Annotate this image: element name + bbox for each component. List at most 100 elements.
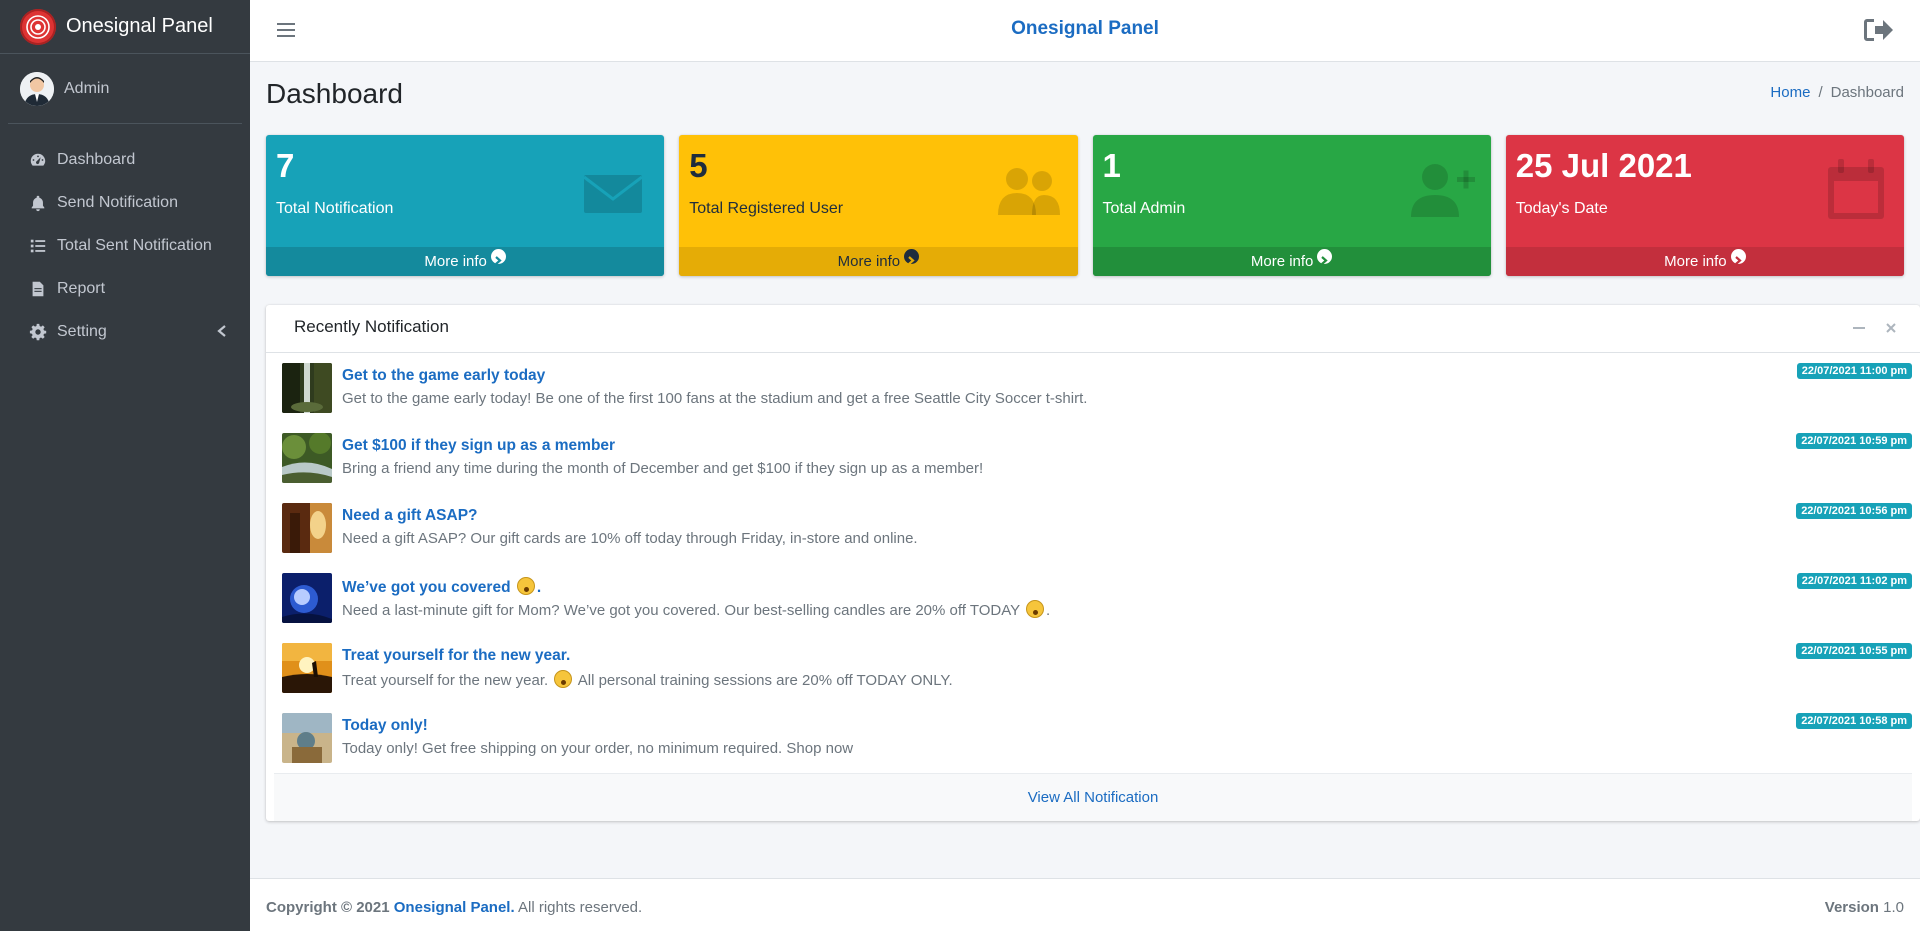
- more-info-link[interactable]: More info: [1092, 247, 1491, 276]
- notification-description: Bring a friend any time during the month…: [342, 460, 984, 477]
- footer-brand-link[interactable]: Onesignal Panel.: [394, 899, 515, 916]
- sidebar-item-total-sent-notification[interactable]: Total Sent Notification: [0, 224, 250, 267]
- sidebar-item-label: Report: [57, 279, 106, 297]
- arrow-circle-right-icon: [1730, 249, 1746, 265]
- users-icon: [997, 168, 1060, 215]
- sidebar-item-label: Total Sent Notification: [57, 236, 212, 254]
- notification-title[interactable]: Get $100 if they sign up as a member: [342, 437, 615, 455]
- more-info-link[interactable]: More info: [266, 247, 665, 276]
- notification-title[interactable]: Get to the game early today: [342, 367, 545, 385]
- stat-value: 7: [276, 147, 295, 184]
- notification-description-text: Need a last-minute gift for Mom? We’ve g…: [342, 602, 1020, 619]
- more-info-link[interactable]: More info: [679, 247, 1078, 276]
- envelope-icon: [583, 175, 644, 213]
- version-label: Version: [1824, 899, 1879, 916]
- sidebar: Onesignal Panel Admin Dashboard Send Not…: [0, 0, 250, 931]
- notification-date-badge: 22/07/2021 10:59 pm: [1796, 433, 1912, 449]
- avatar: [20, 71, 54, 106]
- astonished-face-emoji-icon: [1026, 600, 1045, 618]
- arrow-circle-right-icon: [904, 249, 920, 265]
- calendar-icon: [1828, 159, 1884, 219]
- brand-link[interactable]: Onesignal Panel: [0, 0, 250, 54]
- notification-date-badge: 22/07/2021 11:00 pm: [1796, 363, 1912, 379]
- notification-description: Need a gift ASAP? Our gift cards are 10%…: [342, 530, 918, 547]
- sidebar-item-setting[interactable]: Setting: [0, 310, 250, 353]
- user-name[interactable]: Admin: [64, 80, 109, 98]
- stat-label: Total Admin: [1102, 200, 1186, 217]
- arrow-circle-right-icon: [1317, 249, 1333, 265]
- breadcrumb-separator: /: [1818, 84, 1823, 101]
- recent-notification-card: Recently Notification Get to the game ea…: [266, 305, 1920, 821]
- notification-title[interactable]: Today only!: [342, 717, 428, 735]
- notification-image: [282, 713, 332, 763]
- list-icon: [28, 236, 48, 256]
- list-item: Get $100 if they sign up as a member Bri…: [274, 423, 1912, 493]
- notification-image: [282, 643, 332, 693]
- sidebar-item-send-notification[interactable]: Send Notification: [0, 181, 250, 224]
- stat-label: Today's Date: [1515, 200, 1608, 217]
- notification-title[interactable]: Treat yourself for the new year.: [342, 647, 570, 665]
- notification-title-suffix: .: [536, 579, 542, 596]
- notification-list: Get to the game early today Get to the g…: [266, 353, 1920, 773]
- sidebar-item-dashboard[interactable]: Dashboard: [0, 138, 250, 181]
- grimacing-face-emoji-icon: [554, 670, 573, 688]
- notification-image: [282, 363, 332, 413]
- breadcrumb-current: Dashboard: [1830, 84, 1904, 101]
- user-panel[interactable]: Admin: [8, 54, 242, 124]
- notification-description: Treat yourself for the new year. All per…: [342, 670, 953, 689]
- copyright-prefix: Copyright © 2021: [266, 899, 390, 916]
- bell-icon: [28, 193, 48, 213]
- stat-value: 25 Jul 2021: [1515, 147, 1692, 184]
- stat-box-total-registered-user: 5 Total Registered User More info: [679, 135, 1078, 276]
- notification-title[interactable]: Need a gift ASAP?: [342, 507, 478, 525]
- notification-description-suffix: .: [1046, 602, 1051, 619]
- close-icon[interactable]: [1884, 321, 1898, 335]
- sidebar-item-label: Send Notification: [57, 193, 178, 211]
- brand-name: Onesignal Panel: [66, 15, 213, 37]
- chevron-left-icon: [217, 325, 226, 337]
- notification-title-text: We’ve got you covered: [342, 579, 511, 596]
- breadcrumb-home-link[interactable]: Home: [1770, 84, 1810, 101]
- stat-label: Total Notification: [276, 200, 394, 217]
- copyright: Copyright © 2021 Onesignal Panel. All ri…: [266, 899, 642, 916]
- sidebar-item-label: Setting: [57, 322, 107, 340]
- main-footer: Copyright © 2021 Onesignal Panel. All ri…: [250, 878, 1920, 931]
- card-title: Recently Notification: [294, 317, 449, 336]
- copyright-rights: All rights reserved.: [517, 899, 643, 916]
- notification-title[interactable]: We’ve got you covered .: [342, 577, 541, 597]
- top-navbar: Onesignal Panel: [250, 0, 1920, 62]
- card-header: Recently Notification: [266, 305, 1920, 353]
- more-info-label: More info: [837, 253, 901, 270]
- tachometer-icon: [28, 150, 48, 170]
- more-info-label: More info: [1250, 253, 1314, 270]
- user-plus-icon: [1410, 164, 1475, 217]
- view-all-notification-link[interactable]: View All Notification: [1028, 789, 1159, 806]
- more-info-label: More info: [424, 253, 487, 270]
- notification-description: Need a last-minute gift for Mom? We’ve g…: [342, 600, 1050, 619]
- list-item: We’ve got you covered . Need a last-minu…: [274, 563, 1912, 633]
- minus-icon[interactable]: [1852, 321, 1866, 335]
- list-item: Need a gift ASAP? Need a gift ASAP? Our …: [274, 493, 1912, 563]
- stat-box-total-admin: 1 Total Admin More info: [1092, 135, 1491, 276]
- stat-boxes: 7 Total Notification More info 5 Total R…: [266, 135, 1904, 276]
- notification-description-suffix: All personal training sessions are 20% o…: [577, 672, 953, 689]
- signal-logo-icon: [20, 8, 56, 45]
- notification-image: [282, 503, 332, 553]
- list-item: Treat yourself for the new year. Treat y…: [274, 633, 1912, 703]
- card-footer: View All Notification: [274, 773, 1912, 821]
- stat-value: 5: [689, 147, 708, 184]
- list-item: Get to the game early today Get to the g…: [274, 353, 1912, 423]
- notification-date-badge: 22/07/2021 10:56 pm: [1796, 503, 1912, 519]
- sidebar-item-report[interactable]: Report: [0, 267, 250, 310]
- sign-out-icon[interactable]: [1862, 16, 1894, 44]
- version-value: 1.0: [1883, 899, 1904, 916]
- sidebar-nav: Dashboard Send Notification Total Sent N…: [0, 138, 250, 353]
- more-info-link[interactable]: More info: [1505, 247, 1904, 276]
- notification-date-badge: 22/07/2021 10:58 pm: [1796, 713, 1912, 729]
- version: Version 1.0: [1825, 899, 1904, 916]
- navbar-title: Onesignal Panel: [1011, 18, 1159, 39]
- gear-icon: [28, 322, 48, 342]
- breadcrumb: Home / Dashboard: [1770, 84, 1904, 101]
- notification-date-badge: 22/07/2021 11:02 pm: [1796, 573, 1912, 589]
- notification-image: [282, 573, 332, 623]
